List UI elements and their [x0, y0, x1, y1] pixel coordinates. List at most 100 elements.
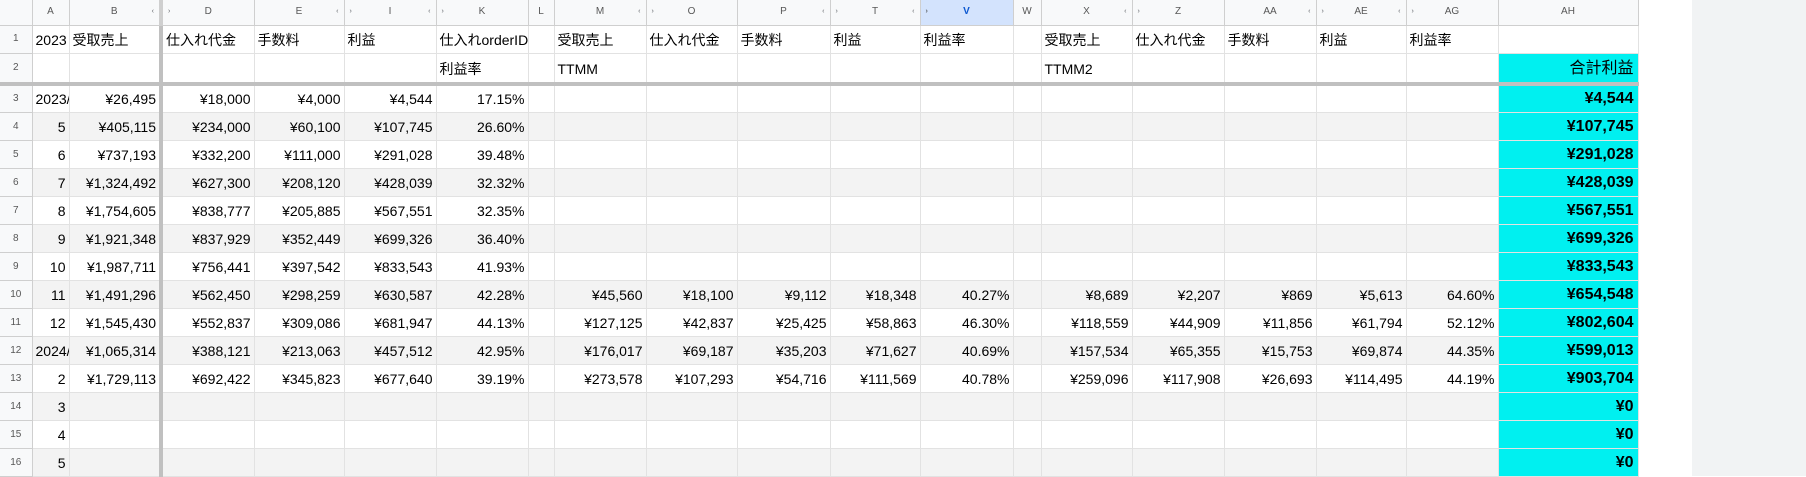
cell-w5[interactable]	[1013, 140, 1042, 169]
expand-hidden-columns-icon[interactable]: ›	[1138, 8, 1140, 15]
column-header-v[interactable]: V ›	[920, 0, 1014, 26]
cell-ag13[interactable]: 44.19%	[1406, 364, 1499, 393]
column-header-w[interactable]: W	[1013, 0, 1042, 26]
cell-w8[interactable]	[1013, 224, 1042, 253]
cell-ae13[interactable]: ¥114,495	[1316, 364, 1407, 393]
row-header[interactable]: 14	[0, 392, 33, 421]
row-header[interactable]: 15	[0, 420, 33, 449]
cell-b8[interactable]: ¥1,921,348	[69, 224, 163, 253]
cell-o2[interactable]	[646, 53, 738, 86]
cell-o8[interactable]	[646, 224, 738, 253]
cell-m3[interactable]	[554, 84, 647, 113]
cell-e13[interactable]: ¥345,823	[254, 364, 345, 393]
column-header-ah[interactable]: AH	[1498, 0, 1639, 26]
cell-b2[interactable]	[69, 53, 163, 86]
cell-t5[interactable]	[830, 140, 921, 169]
cell-p12[interactable]: ¥35,203	[737, 336, 831, 365]
cell-p3[interactable]	[737, 84, 831, 113]
cell-a3[interactable]: 2023/4	[32, 84, 70, 113]
column-header-p[interactable]: P ‹	[737, 0, 831, 26]
cell-i4[interactable]: ¥107,745	[344, 112, 437, 141]
cell-w9[interactable]	[1013, 252, 1042, 281]
cell-b14[interactable]	[69, 392, 163, 421]
cell-a9[interactable]: 10	[32, 252, 70, 281]
cell-d15[interactable]	[161, 420, 255, 449]
cell-t9[interactable]	[830, 252, 921, 281]
cell-e4[interactable]: ¥60,100	[254, 112, 345, 141]
cell-ah7[interactable]: ¥567,551	[1498, 196, 1639, 225]
cell-ae6[interactable]	[1316, 168, 1407, 197]
cell-b16[interactable]	[69, 448, 163, 477]
expand-hidden-columns-icon[interactable]: ‹	[822, 8, 824, 15]
cell-ah15[interactable]: ¥0	[1498, 420, 1639, 449]
cell-ae2[interactable]	[1316, 53, 1407, 86]
row-header[interactable]: 8	[0, 224, 33, 253]
cell-l15[interactable]	[528, 420, 555, 449]
cell-ae9[interactable]	[1316, 252, 1407, 281]
cell-m8[interactable]	[554, 224, 647, 253]
cell-p11[interactable]: ¥25,425	[737, 308, 831, 337]
cell-ae5[interactable]	[1316, 140, 1407, 169]
cell-l2[interactable]	[528, 53, 555, 86]
cell-l7[interactable]	[528, 196, 555, 225]
cell-a1[interactable]: 2023	[32, 25, 70, 54]
cell-o15[interactable]	[646, 420, 738, 449]
cell-d10[interactable]: ¥562,450	[161, 280, 255, 309]
cell-b9[interactable]: ¥1,987,711	[69, 252, 163, 281]
cell-aa3[interactable]	[1224, 84, 1317, 113]
row-header[interactable]: 3	[0, 84, 33, 113]
expand-hidden-columns-icon[interactable]: ‹	[1124, 8, 1126, 15]
cell-aa14[interactable]	[1224, 392, 1317, 421]
cell-ae7[interactable]	[1316, 196, 1407, 225]
cell-l3[interactable]	[528, 84, 555, 113]
cell-d12[interactable]: ¥388,121	[161, 336, 255, 365]
cell-ah10[interactable]: ¥654,548	[1498, 280, 1639, 309]
cell-d5[interactable]: ¥332,200	[161, 140, 255, 169]
cell-z8[interactable]	[1132, 224, 1225, 253]
cell-p5[interactable]	[737, 140, 831, 169]
cell-i7[interactable]: ¥567,551	[344, 196, 437, 225]
cell-d7[interactable]: ¥838,777	[161, 196, 255, 225]
column-header-x[interactable]: X ‹	[1041, 0, 1133, 26]
cell-l6[interactable]	[528, 168, 555, 197]
cell-aa12[interactable]: ¥15,753	[1224, 336, 1317, 365]
cell-ag10[interactable]: 64.60%	[1406, 280, 1499, 309]
cell-m16[interactable]	[554, 448, 647, 477]
cell-p1[interactable]: 手数料	[737, 25, 831, 54]
cell-b3[interactable]: ¥26,495	[69, 84, 163, 113]
column-header-aa[interactable]: AA ‹	[1224, 0, 1317, 26]
cell-m4[interactable]	[554, 112, 647, 141]
cell-v16[interactable]	[920, 448, 1014, 477]
expand-hidden-columns-icon[interactable]: ›	[442, 8, 444, 15]
cell-a16[interactable]: 5	[32, 448, 70, 477]
cell-k2[interactable]: 利益率	[436, 53, 529, 86]
cell-ag15[interactable]	[1406, 420, 1499, 449]
cell-e12[interactable]: ¥213,063	[254, 336, 345, 365]
cell-e6[interactable]: ¥208,120	[254, 168, 345, 197]
cell-t16[interactable]	[830, 448, 921, 477]
cell-z1[interactable]: 仕入れ代金	[1132, 25, 1225, 54]
cell-ah2[interactable]: 合計利益	[1498, 53, 1639, 86]
cell-m5[interactable]	[554, 140, 647, 169]
cell-z13[interactable]: ¥117,908	[1132, 364, 1225, 393]
cell-ae15[interactable]	[1316, 420, 1407, 449]
cell-t8[interactable]	[830, 224, 921, 253]
cell-b12[interactable]: ¥1,065,314	[69, 336, 163, 365]
select-all-corner[interactable]	[0, 0, 33, 26]
cell-ah8[interactable]: ¥699,326	[1498, 224, 1639, 253]
cell-x4[interactable]	[1041, 112, 1133, 141]
cell-ag1[interactable]: 利益率	[1406, 25, 1499, 54]
cell-o1[interactable]: 仕入れ代金	[646, 25, 738, 54]
cell-i15[interactable]	[344, 420, 437, 449]
cell-ah9[interactable]: ¥833,543	[1498, 252, 1639, 281]
cell-e10[interactable]: ¥298,259	[254, 280, 345, 309]
column-header-a[interactable]: A	[32, 0, 70, 26]
cell-o11[interactable]: ¥42,837	[646, 308, 738, 337]
cell-b6[interactable]: ¥1,324,492	[69, 168, 163, 197]
cell-x5[interactable]	[1041, 140, 1133, 169]
cell-ag9[interactable]	[1406, 252, 1499, 281]
cell-ah12[interactable]: ¥599,013	[1498, 336, 1639, 365]
expand-hidden-columns-icon[interactable]: ›	[652, 8, 654, 15]
row-header[interactable]: 9	[0, 252, 33, 281]
cell-a4[interactable]: 5	[32, 112, 70, 141]
